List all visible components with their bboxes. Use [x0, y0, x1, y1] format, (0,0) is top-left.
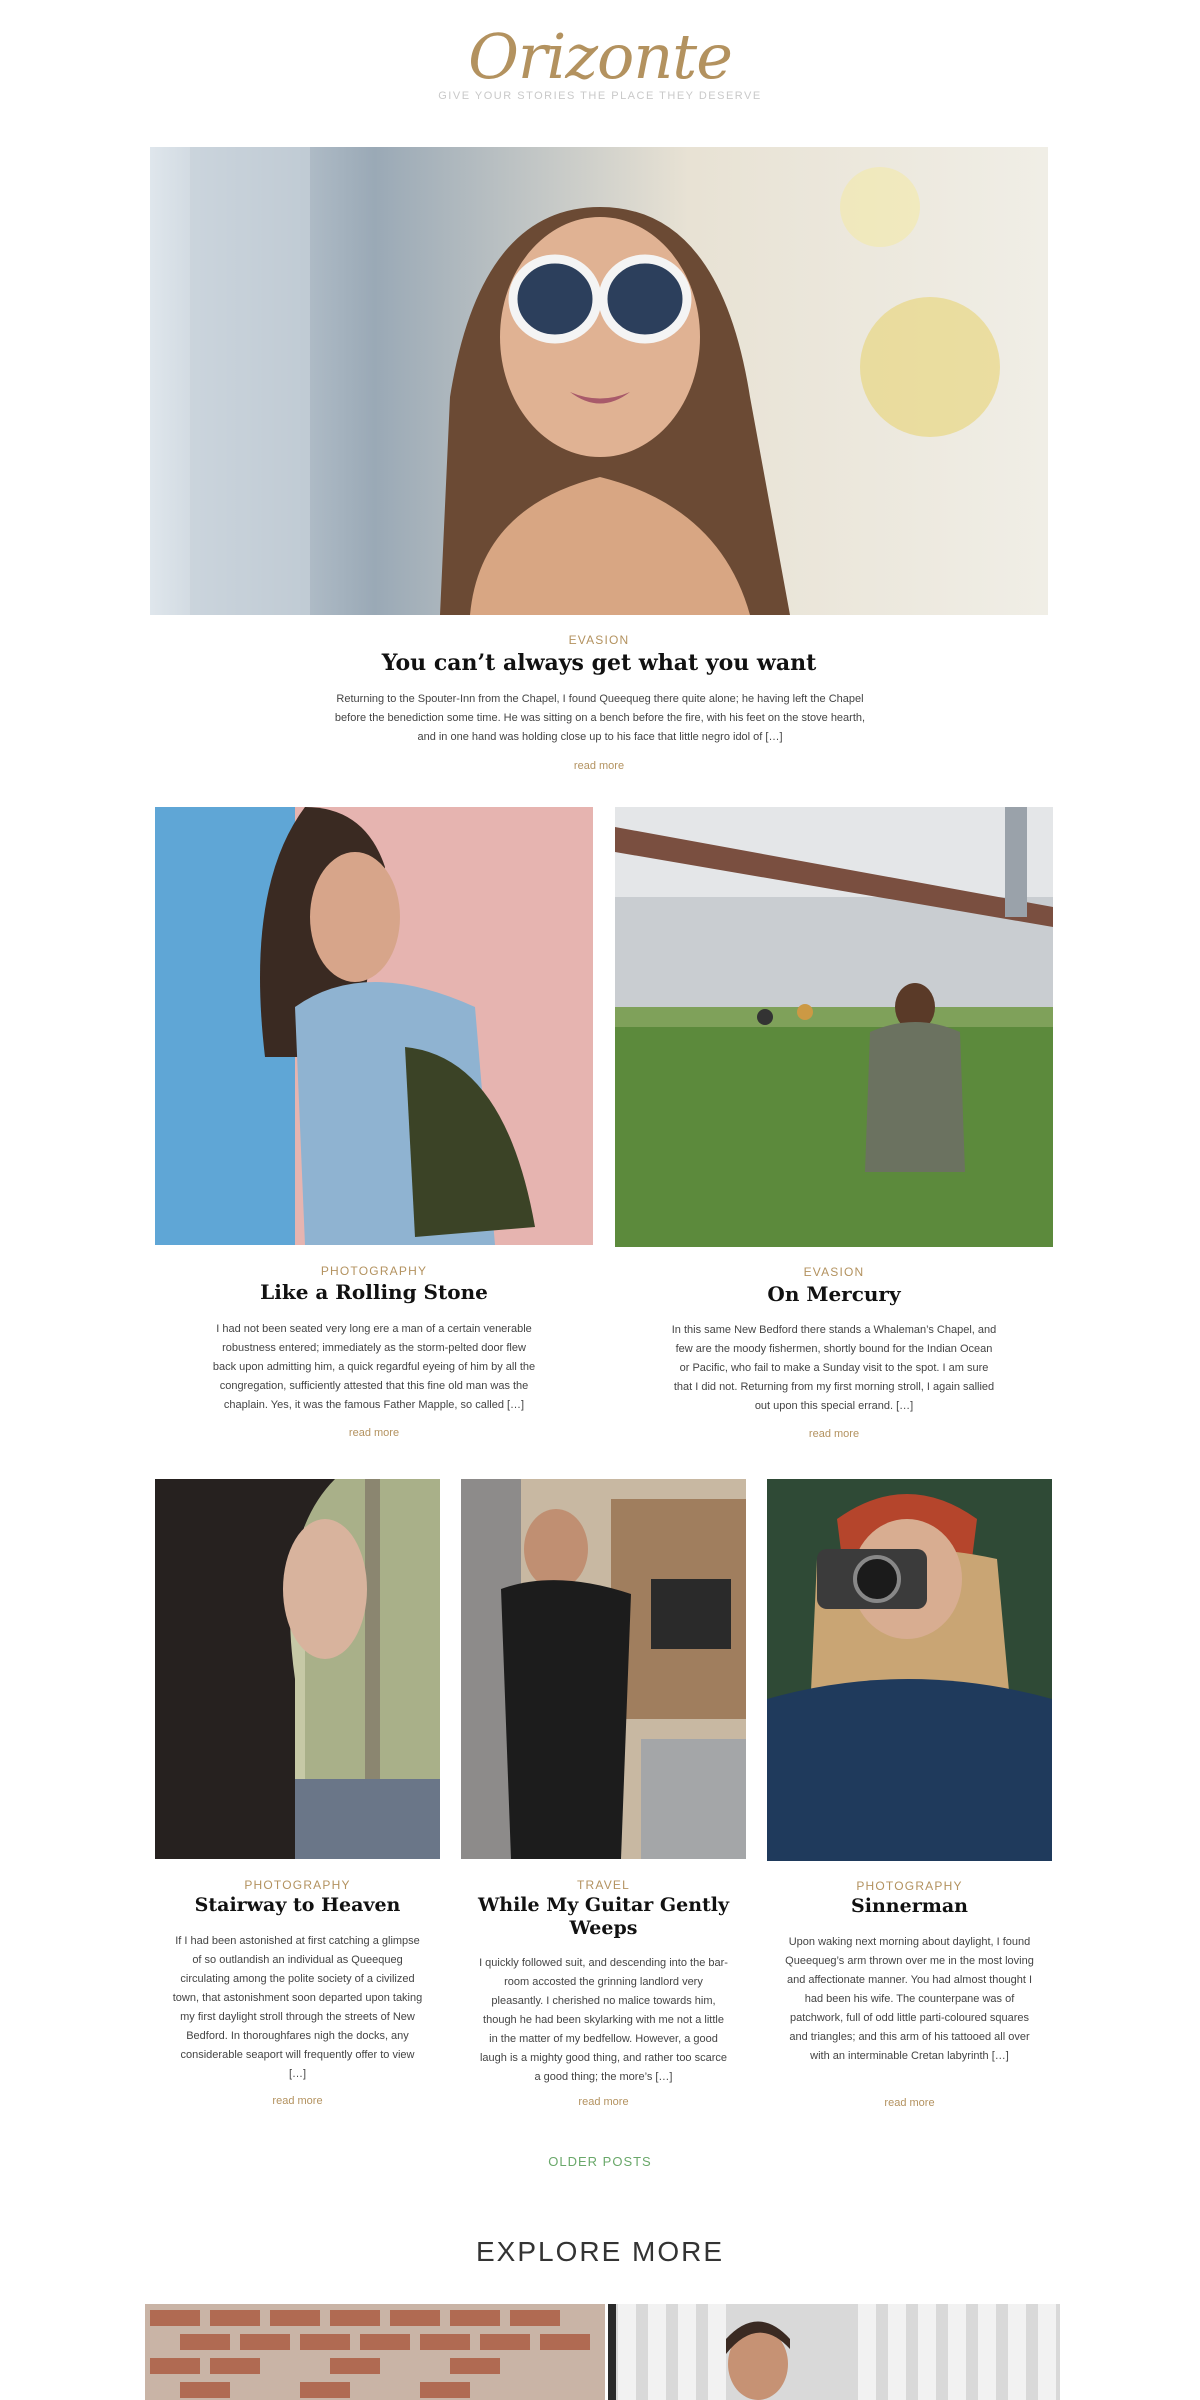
post-excerpt: Upon waking next morning about daylight,… — [785, 1936, 1034, 2062]
site-header: Orizonte GIVE YOUR STORIES THE PLACE THE… — [0, 0, 1200, 130]
post-title[interactable]: While My Guitar Gently Weeps — [461, 1894, 746, 1940]
site-logo[interactable]: Orizonte — [0, 20, 1200, 93]
read-more-link[interactable]: read more — [461, 2096, 746, 2108]
featured-post-excerpt: Returning to the Spouter-Inn from the Ch… — [334, 693, 866, 743]
explore-image-fence[interactable] — [608, 2304, 1060, 2400]
featured-post-title[interactable]: You can’t always get what you want — [150, 650, 1048, 676]
post-excerpt: I had not been seated very long ere a ma… — [212, 1323, 536, 1411]
read-more-link[interactable]: read more — [767, 2097, 1052, 2109]
post-image-stairway[interactable] — [155, 1479, 440, 1859]
read-more-link[interactable]: read more — [155, 2095, 440, 2107]
featured-read-more-link[interactable]: read more — [150, 760, 1048, 772]
post-excerpt: If I had been astonished at first catchi… — [172, 1935, 423, 2080]
post-category[interactable]: TRAVEL — [461, 1878, 746, 1892]
site-tagline: GIVE YOUR STORIES THE PLACE THEY DESERVE — [438, 90, 762, 102]
post-image-sinnerman[interactable] — [767, 1479, 1052, 1861]
post-title[interactable]: Sinnerman — [767, 1895, 1052, 1918]
post-title[interactable]: Like a Rolling Stone — [155, 1280, 593, 1304]
post-image-guitar[interactable] — [461, 1479, 746, 1859]
post-category[interactable]: PHOTOGRAPHY — [767, 1879, 1052, 1893]
post-excerpt: I quickly followed suit, and descending … — [479, 1957, 728, 2083]
post-excerpt: In this same New Bedford there stands a … — [671, 1324, 997, 1412]
post-category[interactable]: PHOTOGRAPHY — [155, 1264, 593, 1278]
post-category[interactable]: PHOTOGRAPHY — [155, 1878, 440, 1892]
post-title[interactable]: Stairway to Heaven — [155, 1894, 440, 1917]
post-image-on-mercury[interactable] — [615, 807, 1053, 1247]
older-posts-link[interactable]: OLDER POSTS — [0, 2154, 1200, 2169]
post-title[interactable]: On Mercury — [615, 1282, 1053, 1306]
read-more-link[interactable]: read more — [155, 1427, 593, 1439]
explore-more-heading: EXPLORE MORE — [475, 2236, 725, 2267]
post-category[interactable]: EVASION — [615, 1265, 1053, 1279]
explore-image-brick-wall[interactable] — [145, 2304, 605, 2400]
post-image-rolling-stone[interactable] — [155, 807, 593, 1245]
featured-post-image[interactable] — [150, 147, 1048, 615]
featured-post-category[interactable]: EVASION — [150, 633, 1048, 647]
read-more-link[interactable]: read more — [615, 1428, 1053, 1440]
